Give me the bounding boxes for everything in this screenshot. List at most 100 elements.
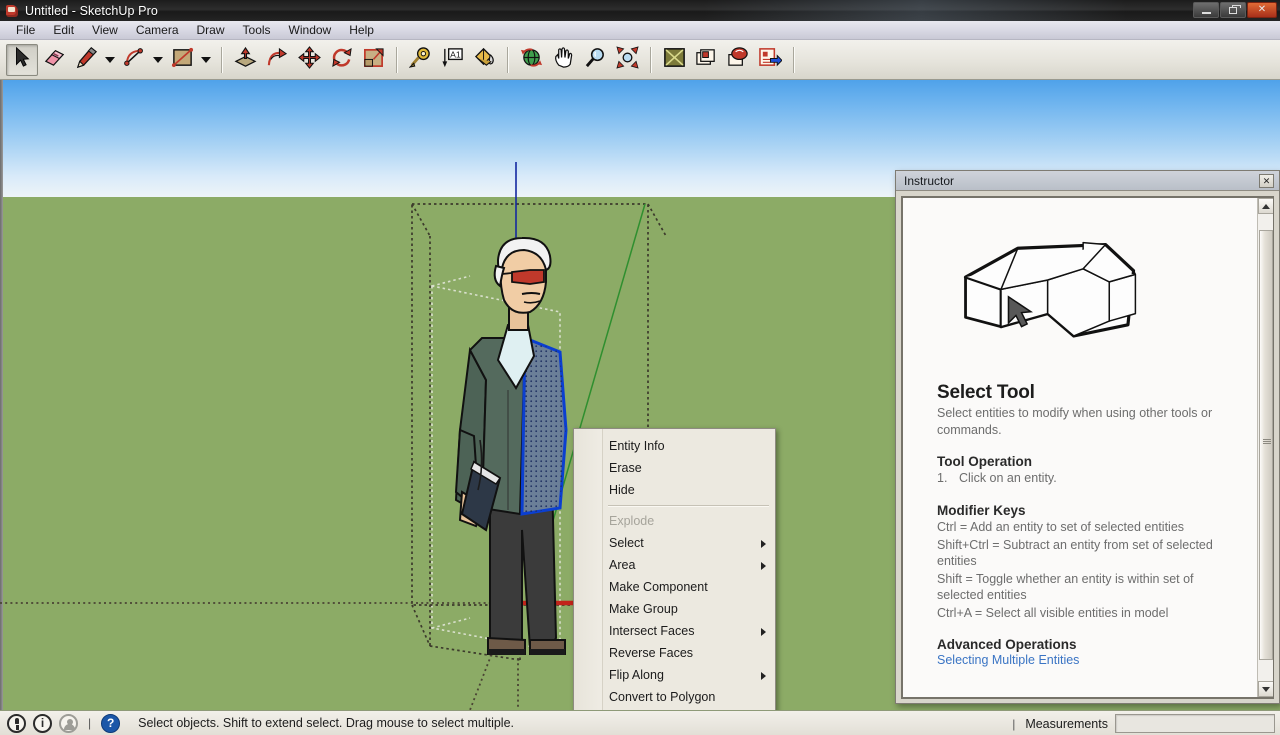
restore-button[interactable] — [1220, 2, 1246, 18]
context-menu-item-label: Hide — [609, 483, 635, 497]
rectangle-tool[interactable] — [166, 44, 198, 76]
section-heading-advanced-operations: Advanced Operations — [937, 637, 1077, 652]
submenu-arrow-icon — [761, 672, 766, 680]
scale-tool[interactable] — [357, 44, 389, 76]
context-menu-item-label: Select — [609, 536, 644, 550]
window-title: Untitled - SketchUp Pro — [25, 3, 158, 18]
arc-tool[interactable] — [118, 44, 150, 76]
pan-tool[interactable] — [547, 44, 579, 76]
menu-file[interactable]: File — [7, 22, 44, 39]
instructor-scrollbar[interactable] — [1257, 198, 1273, 697]
menu-window[interactable]: Window — [280, 22, 341, 39]
add-scene-tool[interactable] — [690, 44, 722, 76]
context-menu-item-hide[interactable]: Hide — [574, 479, 775, 501]
title-bar: Untitled - SketchUp Pro ✕ — [0, 0, 1280, 21]
scenes-icon — [695, 46, 718, 74]
zoom-tool[interactable] — [579, 44, 611, 76]
update-scene-tool[interactable] — [722, 44, 754, 76]
follow-me-icon — [266, 46, 289, 74]
submenu-arrow-icon — [761, 628, 766, 636]
text-a1-icon: A1 — [441, 46, 464, 74]
instructor-subtitle: Select entities to modify when using oth… — [937, 406, 1213, 437]
person-component[interactable] — [430, 230, 590, 700]
scroll-down-icon[interactable] — [1258, 681, 1273, 697]
context-menu-item-make-component[interactable]: Make Component — [574, 576, 775, 598]
close-button[interactable]: ✕ — [1247, 2, 1277, 18]
instructor-body: Select Tool Select entities to modify wh… — [901, 196, 1274, 699]
help-icon[interactable]: ? — [101, 713, 121, 733]
line-dropdown-arrow-icon[interactable] — [102, 44, 118, 76]
context-menu-item-select[interactable]: Select — [574, 532, 775, 554]
scroll-up-icon[interactable] — [1258, 198, 1273, 214]
menu-view[interactable]: View — [83, 22, 127, 39]
context-menu-item-label: Convert to Polygon — [609, 690, 716, 704]
context-menu-item-make-group[interactable]: Make Group — [574, 598, 775, 620]
arc-icon — [123, 46, 146, 74]
measurements-input[interactable] — [1115, 714, 1275, 733]
close-icon[interactable]: ✕ — [1259, 174, 1274, 188]
menu-tools[interactable]: Tools — [234, 22, 280, 39]
arc-dropdown-arrow-icon[interactable] — [150, 44, 166, 76]
toolbar-separator — [507, 46, 508, 73]
context-menu-item-label: Flip Along — [609, 668, 664, 682]
svg-text:A1: A1 — [450, 49, 461, 59]
section-plane-tool[interactable] — [658, 44, 690, 76]
export-tool[interactable] — [754, 44, 786, 76]
scale-icon — [362, 46, 385, 74]
context-menu[interactable]: Entity Info Erase Hide Explode Select Area Mak… — [573, 428, 776, 710]
geo-location-icon[interactable] — [7, 713, 26, 733]
context-menu-item-flip-along[interactable]: Flip Along — [574, 664, 775, 686]
paint-bucket-tool[interactable] — [468, 44, 500, 76]
follow-me-tool[interactable] — [261, 44, 293, 76]
context-menu-item-label: Entity Info — [609, 439, 665, 453]
scrollbar-grip — [1263, 439, 1271, 445]
rotate-tool[interactable] — [325, 44, 357, 76]
instructor-heading: Select Tool — [937, 382, 1035, 403]
context-menu-item-label: Make Group — [609, 602, 678, 616]
status-message: Select objects. Shift to extend select. … — [138, 716, 515, 730]
menu-camera[interactable]: Camera — [127, 22, 188, 39]
context-menu-item-label: Area — [609, 558, 636, 572]
modifier-key-line: Shift = Toggle whether an entity is with… — [937, 571, 1194, 603]
scrollbar-thumb[interactable] — [1259, 230, 1273, 660]
menu-edit[interactable]: Edit — [44, 22, 83, 39]
scene-update-icon — [727, 46, 750, 74]
measurements-area: | Measurements — [1009, 714, 1275, 733]
line-tool[interactable] — [70, 44, 102, 76]
context-menu-item-area[interactable]: Area — [574, 554, 775, 576]
model-viewport[interactable]: Entity Info Erase Hide Explode Select Area Mak… — [0, 80, 1280, 710]
main-toolbar: A1 — [0, 40, 1280, 80]
instructor-title-bar: Instructor ✕ — [896, 171, 1279, 191]
status-bar: i | ? Select objects. Shift to extend se… — [0, 710, 1280, 735]
move-tool[interactable] — [293, 44, 325, 76]
toolbar-group-0 — [6, 43, 214, 76]
instructor-content: Select Tool Select entities to modify wh… — [903, 198, 1259, 697]
info-icon[interactable]: i — [33, 713, 52, 733]
user-account-icon[interactable] — [59, 713, 78, 733]
context-menu-item-erase[interactable]: Erase — [574, 457, 775, 479]
zoom-extents-tool[interactable] — [611, 44, 643, 76]
tape-measure-icon — [408, 46, 432, 74]
context-menu-item-intersect-faces[interactable]: Intersect Faces — [574, 620, 775, 642]
advanced-operations-link[interactable]: Selecting Multiple Entities — [937, 652, 1241, 669]
eraser-tool[interactable] — [38, 44, 70, 76]
context-menu-item-label: Intersect Faces — [609, 624, 695, 638]
orbit-icon — [520, 46, 543, 74]
orbit-tool[interactable] — [515, 44, 547, 76]
context-menu-item-convert-to-polygon[interactable]: Convert to Polygon — [574, 686, 775, 708]
select-tool[interactable] — [6, 43, 38, 76]
submenu-arrow-icon — [761, 562, 766, 570]
text-tool[interactable]: A1 — [436, 44, 468, 76]
menu-draw[interactable]: Draw — [188, 22, 234, 39]
modifier-key-line: Shift+Ctrl = Subtract an entity from set… — [937, 537, 1213, 569]
push-pull-tool[interactable] — [229, 44, 261, 76]
instructor-panel[interactable]: Instructor ✕ Select Tool Select entities… — [895, 170, 1280, 704]
context-menu-item-explode-curve[interactable]: Explode Curve — [574, 708, 775, 710]
context-menu-item-reverse-faces[interactable]: Reverse Faces — [574, 642, 775, 664]
context-menu-item-entity-info[interactable]: Entity Info — [574, 435, 775, 457]
magnifier-icon — [584, 46, 607, 74]
minimize-button[interactable] — [1193, 2, 1219, 18]
tape-measure-tool[interactable] — [404, 44, 436, 76]
rectangle-dropdown-arrow-icon[interactable] — [198, 44, 214, 76]
menu-help[interactable]: Help — [340, 22, 383, 39]
